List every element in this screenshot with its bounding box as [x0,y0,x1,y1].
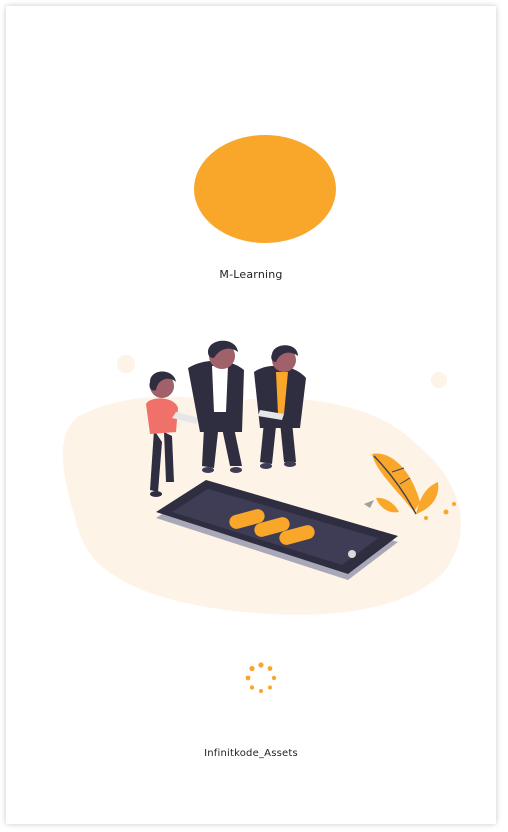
splash-screen: M-Learning Infinitkode_Assets [6,6,496,824]
app-name: M-Learning [219,268,283,281]
app-logo [194,135,336,243]
footer-credit: Infinitkode_Assets [204,748,298,759]
loading-spinner-icon [245,662,277,693]
people-phone-illustration [62,340,461,615]
